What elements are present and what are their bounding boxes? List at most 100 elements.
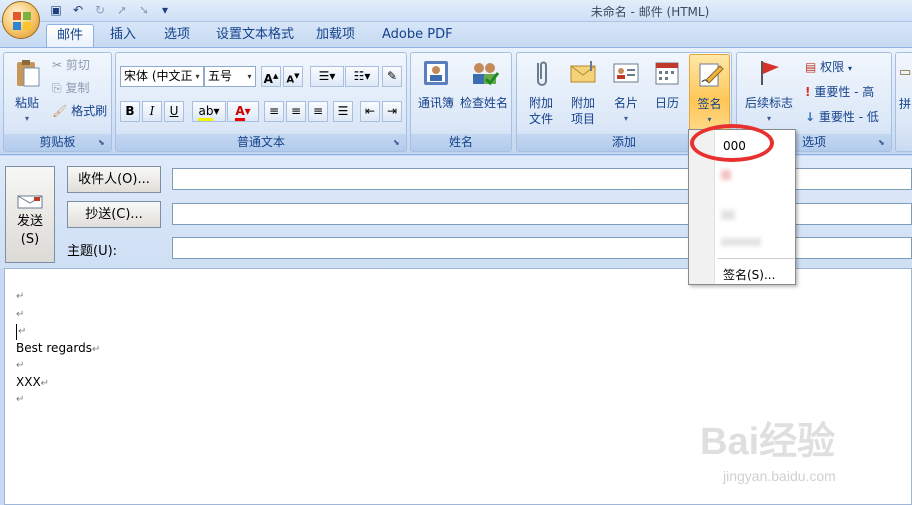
font-name-value: 宋体 (中文正 <box>124 69 193 83</box>
italic-button[interactable]: I <box>142 101 162 122</box>
copy-button[interactable]: ⎘ 复制 <box>52 78 89 98</box>
signature-pen-icon <box>699 63 724 87</box>
chevron-down-icon[interactable]: ▾ <box>848 64 852 73</box>
office-button[interactable] <box>2 1 40 39</box>
qat-customize-icon[interactable]: ▾ <box>160 2 170 18</box>
grow-font-button[interactable]: A▲ <box>261 66 281 87</box>
paste-button[interactable]: 粘贴 ▾ <box>7 57 47 127</box>
cc-button[interactable]: 抄送(C)... <box>67 201 161 228</box>
subject-label: 主题(U): <box>67 244 118 259</box>
check-names-icon <box>473 63 500 86</box>
calendar-button[interactable]: 日历 <box>647 57 687 111</box>
redo-icon[interactable]: ↻ <box>92 2 108 18</box>
highlight-button[interactable]: ab▾ <box>192 101 226 122</box>
basic-text-group-label: 普通文本 <box>116 134 406 151</box>
follow-up-label: 后续标志 <box>744 96 793 110</box>
down-icon[interactable]: ➘ <box>136 2 152 18</box>
follow-up-button[interactable]: 后续标志 ▾ <box>739 57 799 127</box>
down-arrow-icon: ↓ <box>805 110 816 124</box>
bold-button[interactable]: B <box>120 101 140 122</box>
exclamation-icon: ! <box>805 85 811 99</box>
names-group: 通讯簿 检查姓名 姓名 <box>410 52 512 152</box>
options-launcher-icon[interactable]: ⬊ <box>878 138 888 148</box>
clipboard-launcher-icon[interactable]: ⬊ <box>98 138 108 148</box>
office-logo-icon <box>13 12 31 30</box>
tab-addins[interactable]: 加载项 <box>306 24 365 48</box>
send-label: 发送 <box>16 214 43 229</box>
tab-adobe-pdf[interactable]: Adobe PDF <box>372 24 463 48</box>
format-painter-label: 格式刷 <box>71 104 108 118</box>
address-book-button[interactable]: 通讯簿 <box>413 57 459 111</box>
underline-button[interactable]: U <box>164 101 184 122</box>
shrink-font-button[interactable]: A▼ <box>283 66 303 87</box>
copy-label: 复制 <box>65 81 90 95</box>
send-envelope-icon <box>17 195 43 209</box>
send-button[interactable]: 发送 (S) <box>5 166 55 263</box>
send-shortcut: (S) <box>20 232 40 247</box>
low-importance-button[interactable]: ↓ 重要性 - 低 <box>805 107 879 127</box>
subject-field[interactable] <box>172 237 912 259</box>
bullets-button[interactable]: ☰▾ <box>310 66 344 87</box>
tab-message[interactable]: 邮件 <box>46 24 95 48</box>
paste-label: 粘贴 <box>14 96 39 110</box>
to-field[interactable] <box>172 168 912 190</box>
window-title: 未命名 - 邮件 (HTML) <box>590 5 710 19</box>
body-line: XXX↵ <box>16 374 49 392</box>
flag-icon <box>761 61 779 85</box>
spelling-label[interactable]: 拼 <box>899 95 911 112</box>
paste-dropdown-icon[interactable]: ▾ <box>7 111 47 127</box>
permission-label: 权限 <box>820 60 845 74</box>
clipboard-group-label: 剪贴板 <box>4 134 111 151</box>
cut-label: 剪切 <box>65 58 90 72</box>
font-color-button[interactable]: A▾ <box>227 101 259 122</box>
high-importance-button[interactable]: ! 重要性 - 高 <box>805 82 874 102</box>
attach-item-label-2: 项目 <box>570 112 595 126</box>
names-group-label: 姓名 <box>411 134 511 151</box>
watermark-url: jingyan.baidu.com <box>723 468 836 484</box>
attach-file-button[interactable]: 附加 文件 <box>519 57 563 127</box>
font-name-combo[interactable]: 宋体 (中文正 ▾ <box>120 66 204 87</box>
font-size-combo[interactable]: 五号 ▾ <box>204 66 256 87</box>
tab-insert[interactable]: 插入 <box>100 24 146 48</box>
business-card-label: 名片 <box>613 96 638 110</box>
undo-icon[interactable]: ↶ <box>70 2 86 18</box>
chevron-down-icon[interactable]: ▾ <box>244 67 255 86</box>
numbering-button[interactable]: ☷▾ <box>345 66 379 87</box>
closing-text: Best regards <box>16 341 93 355</box>
chevron-down-icon[interactable]: ▾ <box>192 67 203 86</box>
chevron-down-icon[interactable]: ▾ <box>605 111 647 127</box>
tab-format-text[interactable]: 设置文本格式 <box>206 24 304 48</box>
up-icon[interactable]: ➚ <box>114 2 130 18</box>
title-bar: ▣ ↶ ↻ ➚ ➘ ▾ 未命名 - 邮件 (HTML) <box>0 0 912 22</box>
permission-button[interactable]: ▤ 权限 ▾ <box>805 57 852 77</box>
increase-indent-button[interactable]: ⇥ <box>382 101 402 122</box>
justify-button[interactable]: ☰ <box>333 101 353 122</box>
tab-options[interactable]: 选项 <box>154 24 200 48</box>
business-card-button[interactable]: 名片 ▾ <box>605 57 647 127</box>
align-center-button[interactable]: ≡ <box>286 101 306 122</box>
font-size-value: 五号 <box>208 69 233 83</box>
basic-text-launcher-icon[interactable]: ⬊ <box>393 138 403 148</box>
scissors-icon: ✂ <box>52 58 63 72</box>
permission-icon: ▤ <box>805 60 817 74</box>
check-names-button[interactable]: 检查姓名 <box>457 57 511 111</box>
save-icon[interactable]: ▣ <box>48 2 64 18</box>
cut-button[interactable]: ✂ 剪切 <box>52 55 90 75</box>
signature-button[interactable]: 签名 ▾ <box>689 54 730 132</box>
decrease-indent-button[interactable]: ⇤ <box>360 101 380 122</box>
attach-item-button[interactable]: 附加 项目 <box>561 57 605 127</box>
to-button[interactable]: 收件人(O)... <box>67 166 161 193</box>
basic-text-group: 宋体 (中文正 ▾ 五号 ▾ A▲ A▼ ☰▾ ☷▾ ✎ B I U ab▾ A… <box>115 52 407 152</box>
calendar-label: 日历 <box>654 96 679 110</box>
align-left-button[interactable]: ≡ <box>264 101 284 122</box>
styles-button[interactable]: ✎ <box>382 66 402 87</box>
format-painter-button[interactable]: 🖌 格式刷 <box>52 101 107 121</box>
paste-icon <box>17 60 40 87</box>
body-line: Best regards↵ <box>16 340 100 358</box>
cc-field[interactable] <box>172 203 912 225</box>
high-importance-label: 重要性 - 高 <box>814 85 875 99</box>
sender-name: XXX <box>16 375 41 389</box>
align-right-button[interactable]: ≡ <box>308 101 328 122</box>
low-importance-label: 重要性 - 低 <box>818 110 879 124</box>
signatures-menu-item[interactable]: 签名(S)... <box>723 266 775 283</box>
